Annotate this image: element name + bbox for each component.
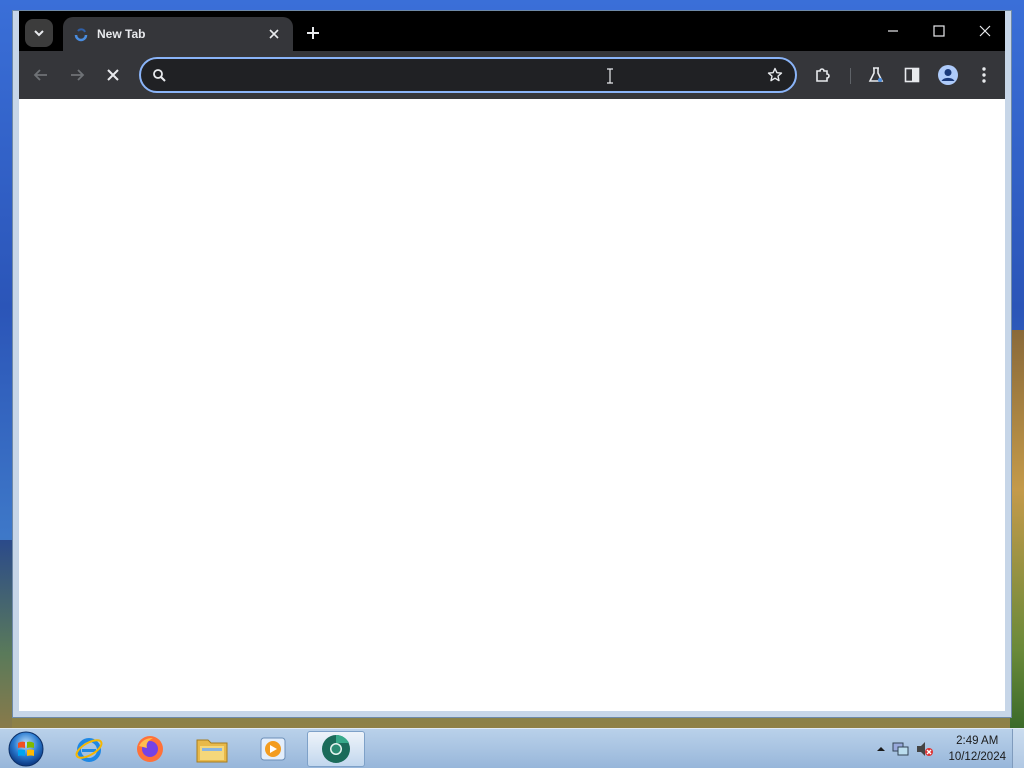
chevron-up-icon	[877, 747, 886, 751]
minimize-button[interactable]	[873, 17, 913, 45]
minimize-icon	[888, 30, 898, 32]
firefox-icon	[137, 736, 163, 762]
close-icon	[979, 25, 991, 37]
system-tray: 2:49 AM 10/12/2024	[876, 729, 1010, 768]
close-icon	[107, 69, 119, 81]
loading-spinner-icon	[73, 26, 89, 42]
desktop-wallpaper-edge-left	[0, 540, 12, 730]
maximize-icon	[933, 25, 945, 37]
forward-button[interactable]	[63, 61, 91, 89]
menu-button[interactable]	[970, 61, 998, 89]
tab-close-button[interactable]	[265, 25, 283, 43]
taskbar-firefox[interactable]	[121, 731, 179, 767]
clock-date: 10/12/2024	[948, 751, 1006, 763]
more-vert-icon	[982, 67, 986, 83]
address-input[interactable]	[174, 67, 767, 83]
tab-new-tab[interactable]: New Tab	[63, 17, 293, 51]
internet-explorer-icon	[75, 738, 103, 762]
side-panel-button[interactable]	[898, 61, 926, 89]
back-button[interactable]	[27, 61, 55, 89]
network-icon	[892, 742, 909, 756]
toolbar	[19, 51, 1005, 99]
tab-title: New Tab	[97, 27, 146, 41]
side-panel-icon	[904, 67, 920, 83]
new-tab-button[interactable]	[301, 21, 325, 45]
arrow-right-icon	[71, 69, 85, 81]
browser-chrome: New Tab	[19, 11, 1005, 99]
star-icon[interactable]	[767, 67, 783, 83]
toolbar-divider	[850, 68, 851, 84]
maximize-button[interactable]	[919, 17, 959, 45]
address-bar[interactable]	[139, 57, 797, 93]
close-icon	[269, 29, 279, 39]
profile-button[interactable]	[934, 61, 962, 89]
page-content[interactable]	[19, 99, 1005, 711]
extensions-button[interactable]	[809, 61, 837, 89]
windows-logo-icon	[8, 731, 44, 767]
browser-window: New Tab	[12, 10, 1012, 718]
window-close-button[interactable]	[965, 17, 1005, 45]
tab-strip: New Tab	[19, 11, 1005, 51]
start-button[interactable]	[6, 730, 46, 768]
taskbar-file-explorer[interactable]	[183, 731, 241, 767]
taskbar: 2:49 AM 10/12/2024	[0, 728, 1024, 768]
media-player-icon	[260, 737, 286, 761]
taskbar-chrome-dev[interactable]	[307, 731, 365, 767]
chrome-dev-icon	[322, 734, 350, 763]
flask-icon	[868, 67, 884, 82]
taskbar-media-player[interactable]	[244, 731, 302, 767]
clock-time: 2:49 AM	[956, 735, 999, 747]
arrow-left-icon	[33, 69, 47, 81]
desktop-wallpaper-edge	[1010, 330, 1024, 730]
network-icon-button[interactable]	[892, 741, 910, 757]
plus-icon	[307, 27, 319, 39]
show-desktop-button[interactable]	[1012, 729, 1024, 768]
labs-button[interactable]	[862, 61, 890, 89]
puzzle-icon	[816, 68, 830, 82]
search-icon	[153, 68, 166, 82]
folder-icon	[196, 739, 228, 763]
volume-icon-button[interactable]	[916, 741, 934, 757]
volume-muted-icon	[917, 742, 934, 756]
stop-loading-button[interactable]	[99, 61, 127, 89]
chevron-down-icon	[34, 30, 44, 37]
text-cursor-icon	[607, 68, 613, 84]
taskbar-internet-explorer[interactable]	[60, 731, 118, 767]
taskbar-clock[interactable]: 2:49 AM 10/12/2024	[948, 733, 1006, 765]
tab-search-button[interactable]	[25, 19, 53, 47]
avatar-icon	[938, 65, 958, 85]
show-hidden-icons-button[interactable]	[876, 745, 886, 753]
